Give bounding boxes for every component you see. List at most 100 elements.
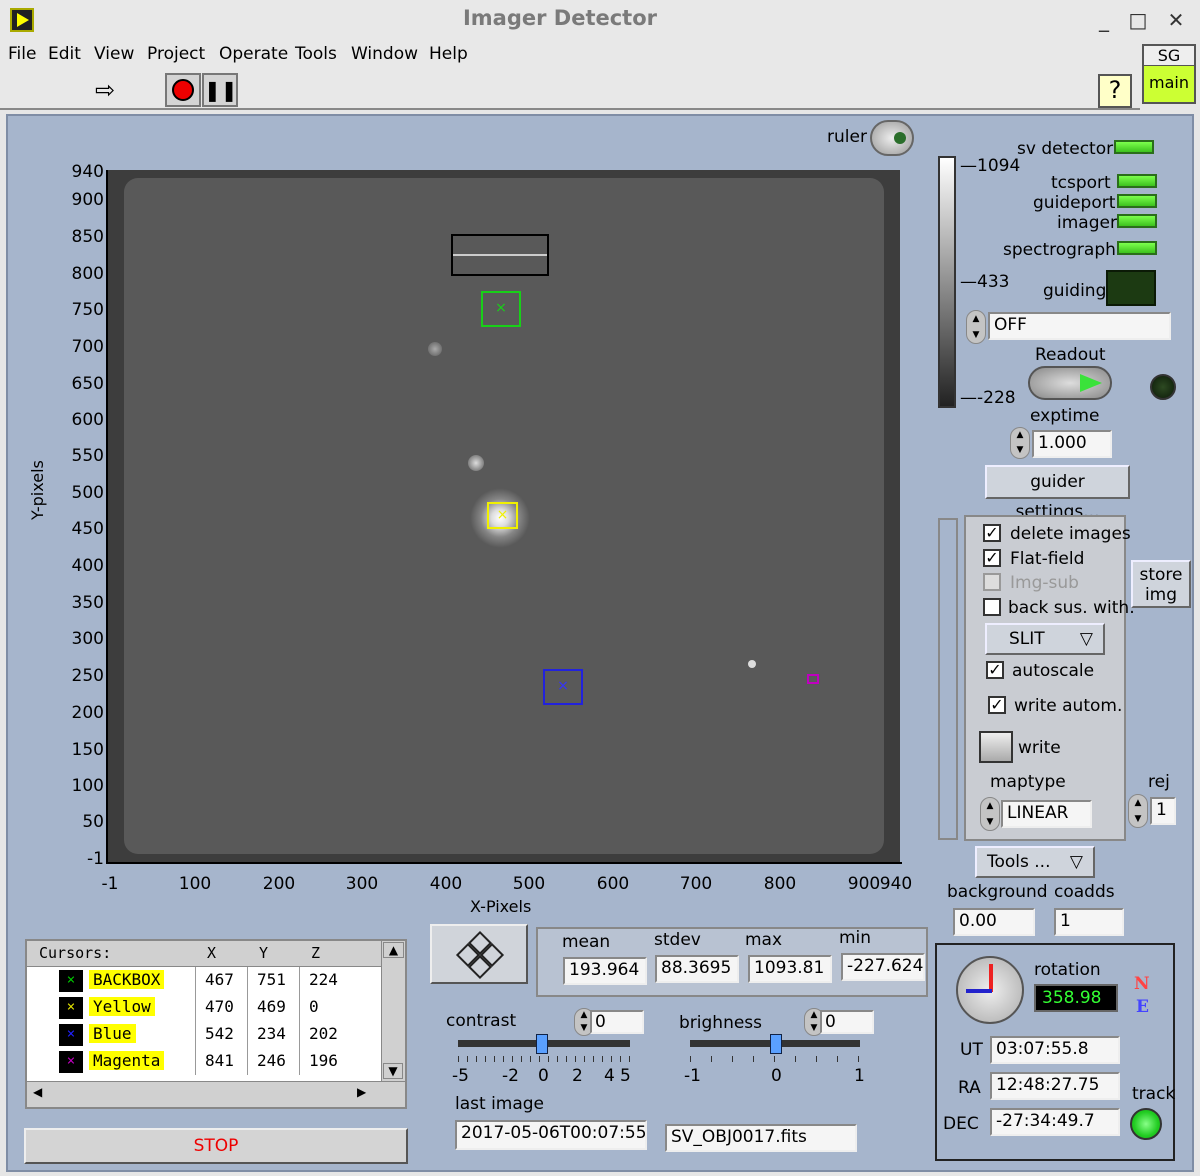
cursor-name: Blue (89, 1024, 136, 1043)
flat-field-checkbox[interactable]: ✓ (983, 549, 1001, 567)
contrast-tick-4: 4 (604, 1066, 615, 1086)
scroll-right-icon[interactable]: ▶ (357, 1085, 366, 1099)
window-title: Imager Detector (462, 6, 658, 30)
background-field[interactable]: 0.00 (953, 908, 1035, 936)
autoscale-checkbox[interactable]: ✓ (986, 661, 1004, 679)
y-tick-label: 100 (71, 776, 104, 796)
pause-button[interactable]: ❚❚ (202, 73, 238, 107)
ut-value: 03:07:55.8 (990, 1036, 1120, 1064)
cursors-scrollbar[interactable]: ▲ ▼ (381, 941, 405, 1081)
cursor-row[interactable]: × BACKBOX 467 751 224 (27, 967, 381, 994)
flat-field-label: Flat-field (1010, 549, 1085, 569)
rej-field[interactable]: 1 (1150, 797, 1176, 825)
main-label: main (1144, 66, 1194, 102)
green-cursor-box[interactable]: × (481, 291, 521, 327)
menu-view[interactable]: View (94, 44, 134, 64)
colorbar-max: —1094 (960, 156, 1021, 176)
brighness-field[interactable]: 0 (820, 1010, 874, 1034)
max-label: max (745, 930, 783, 950)
detector-image[interactable]: × × × (108, 170, 900, 862)
scroll-up-icon[interactable]: ▲ (383, 942, 404, 958)
close-button[interactable]: ✕ (1162, 8, 1190, 32)
stdev-value: 88.3695 (655, 955, 739, 983)
cursor-swatch-icon[interactable]: × (59, 970, 83, 992)
exptime-spinner[interactable]: ▲ ▼ (1010, 427, 1030, 459)
navigator-button[interactable] (430, 924, 528, 984)
exptime-field[interactable]: 1.000 (1032, 430, 1112, 458)
store-img-button[interactable]: store img (1131, 560, 1191, 608)
menu-file[interactable]: File (8, 44, 36, 64)
x-tick-label: 800 (763, 874, 797, 894)
y-tick-label: 650 (71, 374, 104, 394)
dropdown-arrow-icon: ▽ (1069, 852, 1083, 872)
cursor-x: 542 (205, 1024, 234, 1043)
imager-led (1117, 214, 1157, 228)
img-sub-checkbox[interactable] (983, 573, 1001, 591)
run-arrow-icon[interactable]: ⇨ (88, 76, 122, 106)
cursor-swatch-icon[interactable]: × (59, 997, 83, 1019)
cursor-swatch-icon[interactable]: × (59, 1024, 83, 1046)
cursor-row[interactable]: × Magenta 841 246 196 (27, 1048, 381, 1075)
x-axis-title: X-Pixels (470, 897, 532, 916)
brighness-tick--1: -1 (684, 1066, 701, 1086)
y-tick-label: 900 (71, 190, 104, 210)
cursor-row[interactable]: × Yellow 470 469 0 (27, 994, 381, 1021)
brighness-slider-handle[interactable] (770, 1034, 782, 1054)
blue-cursor-box[interactable]: × (543, 669, 583, 705)
z-header: Z (311, 944, 321, 962)
guider-settings-button[interactable]: guider settings... (985, 465, 1130, 522)
compass-icon (956, 956, 1024, 1024)
x-tick-label: -1 (101, 874, 119, 894)
contrast-ticks (458, 1056, 630, 1062)
tools-dropdown[interactable]: Tools ... ▽ (975, 846, 1095, 878)
y-tick-label: 200 (71, 703, 104, 723)
sg-box: SG main (1142, 44, 1196, 104)
magenta-cursor-box[interactable] (807, 674, 819, 684)
write-button[interactable] (979, 731, 1013, 763)
maximize-button[interactable]: □ (1124, 8, 1152, 32)
contrast-field[interactable]: 0 (590, 1010, 644, 1034)
rej-spinner[interactable]: ▲ ▼ (1128, 794, 1148, 828)
scroll-left-icon[interactable]: ◀ (33, 1085, 42, 1099)
yellow-cursor-box[interactable]: × (487, 502, 518, 529)
minimize-button[interactable]: _ (1090, 8, 1118, 32)
cursors-hscrollbar[interactable]: ◀ ▶ (27, 1081, 405, 1107)
y-tick-label: 150 (71, 740, 104, 760)
readout-button[interactable] (1028, 366, 1112, 400)
colorbar[interactable] (938, 156, 956, 408)
track-led[interactable] (1130, 1108, 1162, 1140)
sv-detector-led (1114, 140, 1154, 154)
maptype-field[interactable]: LINEAR (1001, 800, 1092, 828)
readout-label: Readout (1035, 345, 1106, 365)
menu-project[interactable]: Project (147, 44, 205, 64)
background-label: background (947, 882, 1048, 902)
guide-mode-spinner[interactable]: ▲ ▼ (966, 310, 986, 344)
write-autom-checkbox[interactable]: ✓ (988, 696, 1006, 714)
menu-window[interactable]: Window (351, 44, 418, 64)
cursor-swatch-icon[interactable]: × (59, 1051, 83, 1073)
delete-images-checkbox[interactable]: ✓ (983, 524, 1001, 542)
stop-button[interactable]: STOP (24, 1128, 408, 1164)
exptime-label: exptime (1030, 406, 1100, 426)
x-tick-label: 200 (262, 874, 296, 894)
help-button[interactable]: ? (1098, 74, 1132, 108)
slit-dropdown[interactable]: SLIT ▽ (985, 623, 1105, 655)
maptype-spinner[interactable]: ▲ ▼ (980, 797, 1000, 831)
last-image-time: 2017-05-06T00:07:55 (455, 1120, 647, 1150)
back-sus-checkbox[interactable] (983, 598, 1001, 616)
menu-tools[interactable]: Tools (295, 44, 337, 64)
colorbar-min: —-228 (960, 388, 1016, 408)
last-image-file: SV_OBJ0017.fits (665, 1124, 857, 1152)
ruler-toggle[interactable] (870, 120, 914, 156)
menu-operate[interactable]: Operate (219, 44, 288, 64)
coadds-field[interactable]: 1 (1054, 908, 1124, 936)
options-scroll-bar[interactable] (938, 518, 958, 840)
navigator-icon (455, 930, 505, 980)
menu-edit[interactable]: Edit (48, 44, 81, 64)
contrast-slider-handle[interactable] (536, 1034, 548, 1054)
menu-help[interactable]: Help (429, 44, 468, 64)
scroll-down-icon[interactable]: ▼ (383, 1063, 403, 1079)
record-button[interactable] (165, 73, 201, 107)
cursor-row[interactable]: × Blue 542 234 202 (27, 1021, 381, 1048)
guide-mode-field[interactable]: OFF (988, 312, 1171, 340)
